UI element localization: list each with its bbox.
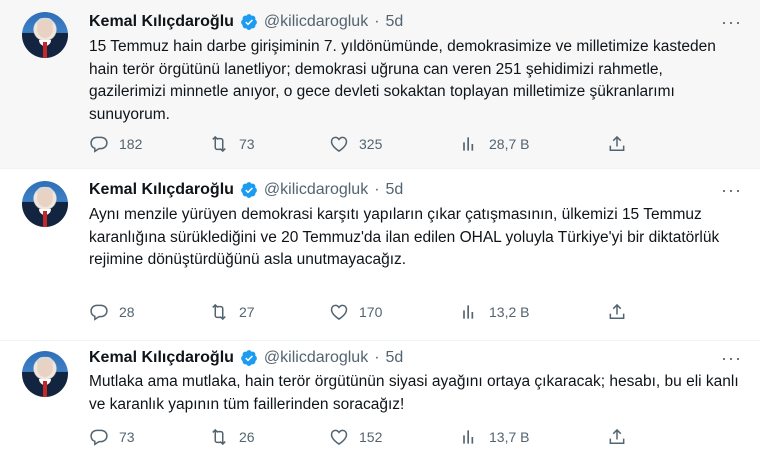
reply-count: 182: [119, 136, 143, 152]
like-count: 170: [359, 304, 383, 320]
author-name[interactable]: Kemal Kılıçdaroğlu: [89, 13, 234, 31]
like-count: 325: [359, 136, 383, 152]
retweet-icon: [212, 135, 226, 153]
tweet-text: Mutlaka ama mutlaka, hain terör örgütünü…: [89, 373, 739, 413]
heart-icon: [330, 136, 348, 152]
author-name[interactable]: Kemal Kılıçdaroğlu: [89, 181, 234, 199]
share-button[interactable]: [607, 134, 627, 154]
tweet[interactable]: Kemal Kılıçdaroğlu @kilicdarogluk · 5d ·…: [0, 0, 760, 168]
views-icon: [463, 305, 474, 319]
retweet-button[interactable]: 73: [209, 134, 255, 154]
retweet-count: 26: [239, 429, 255, 445]
like-button[interactable]: 325: [329, 134, 382, 154]
view-count: 28,7 B: [489, 136, 530, 152]
tweet-header: Kemal Kılıçdaroğlu @kilicdarogluk · 5d: [89, 347, 403, 369]
tweet-actions: 182 73 325 28,7 B: [89, 132, 649, 156]
verified-badge-icon: [241, 182, 257, 198]
avatar[interactable]: [22, 351, 68, 397]
reply-icon: [90, 429, 108, 446]
share-icon: [609, 428, 625, 444]
like-count: 152: [359, 429, 383, 445]
share-button[interactable]: [607, 302, 627, 322]
retweet-count: 73: [239, 136, 255, 152]
views-icon: [463, 137, 474, 151]
reply-button[interactable]: 182: [89, 134, 142, 154]
tweet[interactable]: Kemal Kılıçdaroğlu @kilicdarogluk · 5d ·…: [0, 340, 760, 450]
heart-icon: [330, 304, 348, 320]
heart-icon: [330, 429, 348, 445]
share-icon: [609, 135, 625, 151]
tweet-timestamp[interactable]: 5d: [386, 13, 404, 31]
view-count: 13,7 B: [489, 429, 530, 445]
separator-dot: ·: [374, 349, 380, 366]
more-options-icon[interactable]: ···: [721, 12, 742, 33]
tweet-feed: Kemal Kılıçdaroğlu @kilicdarogluk · 5d ·…: [0, 0, 760, 450]
reply-button[interactable]: 73: [89, 427, 135, 447]
retweet-button[interactable]: 27: [209, 302, 255, 322]
views-icon: [463, 430, 474, 444]
author-handle[interactable]: @kilicdarogluk: [264, 181, 368, 199]
views-button[interactable]: 13,7 B: [459, 427, 529, 447]
tweet-actions: 73 26 152 13,7 B: [89, 425, 649, 449]
like-button[interactable]: 170: [329, 302, 382, 322]
verified-badge-icon: [241, 350, 257, 366]
share-icon: [609, 303, 625, 319]
author-handle[interactable]: @kilicdarogluk: [264, 349, 368, 367]
views-button[interactable]: 28,7 B: [459, 134, 529, 154]
view-count: 13,2 B: [489, 304, 530, 320]
author-name[interactable]: Kemal Kılıçdaroğlu: [89, 349, 234, 367]
reply-count: 73: [119, 429, 135, 445]
more-options-icon[interactable]: ···: [721, 180, 742, 201]
reply-icon: [90, 304, 108, 321]
reply-button[interactable]: 28: [89, 302, 135, 322]
separator-dot: ·: [374, 13, 380, 30]
author-handle[interactable]: @kilicdarogluk: [264, 13, 368, 31]
avatar[interactable]: [22, 12, 68, 58]
verified-badge-icon: [241, 14, 257, 30]
tweet-actions: 28 27 170 13,2 B: [89, 300, 649, 324]
tweet-timestamp[interactable]: 5d: [386, 349, 404, 367]
retweet-count: 27: [239, 304, 255, 320]
retweet-button[interactable]: 26: [209, 427, 255, 447]
separator-dot: ·: [374, 181, 380, 198]
retweet-icon: [212, 428, 226, 446]
reply-icon: [90, 136, 108, 153]
tweet-text: Aynı menzile yürüyen demokrasi karşıtı y…: [89, 206, 720, 268]
tweet-text: 15 Temmuz hain darbe girişiminin 7. yıld…: [89, 38, 716, 123]
views-button[interactable]: 13,2 B: [459, 302, 529, 322]
tweet-header: Kemal Kılıçdaroğlu @kilicdarogluk · 5d: [89, 179, 403, 201]
tweet-timestamp[interactable]: 5d: [386, 181, 404, 199]
reply-count: 28: [119, 304, 135, 320]
avatar[interactable]: [22, 181, 68, 227]
retweet-icon: [212, 303, 226, 321]
more-options-icon[interactable]: ···: [721, 348, 742, 369]
tweet[interactable]: Kemal Kılıçdaroğlu @kilicdarogluk · 5d ·…: [0, 168, 760, 340]
tweet-header: Kemal Kılıçdaroğlu @kilicdarogluk · 5d: [89, 11, 403, 33]
share-button[interactable]: [607, 427, 627, 447]
like-button[interactable]: 152: [329, 427, 382, 447]
